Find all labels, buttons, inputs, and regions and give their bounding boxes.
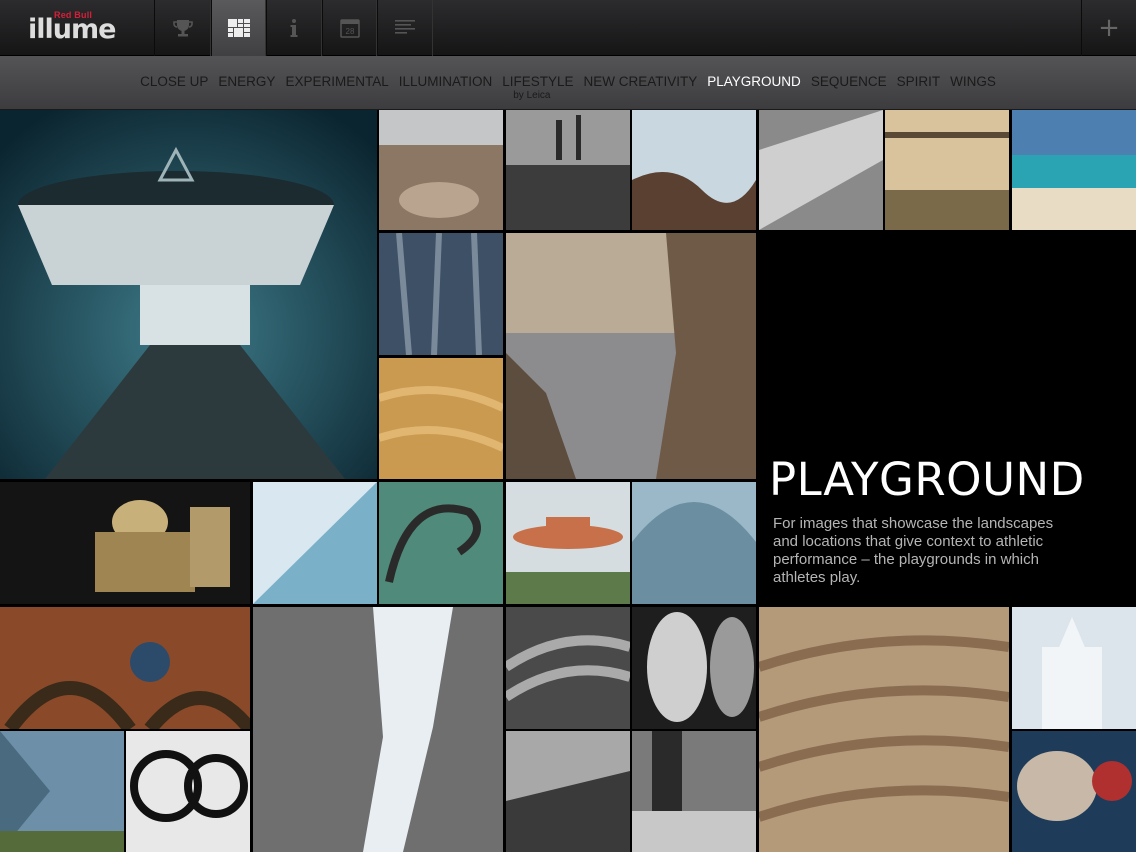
category-label: EXPERIMENTAL [285,74,389,89]
photo-sand-ridges[interactable] [759,607,1009,852]
red-bull-illume-logo[interactable]: Red Bull illume [28,10,124,44]
category-lifestyle[interactable]: LIFESTYLE by Leica [502,74,574,101]
photo-bmx-sculpture[interactable] [379,482,503,604]
category-label: SEQUENCE [810,74,887,89]
photo-snow-skier[interactable] [253,482,377,604]
category-list: CLOSE UP ENERGY EXPERIMENTAL ILLUMINATION LI… [0,74,1136,101]
photo-climber-cave[interactable] [0,731,124,852]
category-label: LIFESTYLE [502,74,574,89]
list-tab-button[interactable] [377,0,433,56]
photo-canyon-hiker[interactable] [506,731,630,852]
photo-night-city-cathedral[interactable] [0,482,250,604]
grid-icon [227,19,250,37]
grid-tab-button[interactable] [211,0,266,63]
photo-skateboarder-bw[interactable] [632,731,756,852]
calendar-tab-button[interactable]: 28 [322,0,377,56]
photo-bmx-loops[interactable] [126,731,250,852]
photo-climber-rockface[interactable] [379,233,503,355]
add-button[interactable]: + [1081,0,1136,56]
category-playground[interactable]: PLAYGROUND [707,74,801,89]
category-new-creativity[interactable]: NEW CREATIVITY [584,74,698,89]
photo-ice-climber[interactable] [253,607,503,852]
photo-rock-desert[interactable] [379,110,503,230]
trophy-icon [172,20,193,37]
photo-surf-factory[interactable] [506,110,630,230]
category-bar: CLOSE UP ENERGY EXPERIMENTAL ILLUMINATION LI… [0,56,1136,110]
category-sequence[interactable]: SEQUENCE [811,74,887,89]
photo-radar-dish-snowboarder[interactable] [0,110,377,479]
list-icon [395,20,415,34]
photo-ice-castle[interactable] [1012,607,1136,729]
photo-train-bridge[interactable] [885,110,1009,230]
photo-surf-beach[interactable] [1012,110,1136,230]
photo-cliff-clouds-jump[interactable] [506,233,756,479]
photo-bmx-tunnel[interactable] [632,607,756,729]
category-label: PLAYGROUND [707,74,801,89]
category-wings[interactable]: WINGS [950,74,996,89]
top-toolbar: Red Bull illume 28 + [0,0,1136,63]
photo-bmx-hills[interactable] [632,110,756,230]
photo-hat-pavilion[interactable] [506,482,630,604]
category-info-panel: PLAYGROUND For images that showcase the … [759,233,1136,604]
category-label: NEW CREATIVITY [583,74,698,89]
calendar-icon: 28 [339,19,360,38]
photo-dragon-funnel[interactable] [1012,731,1136,852]
category-energy[interactable]: ENERGY [218,74,275,89]
category-label: SPIRIT [896,74,941,89]
category-illumination[interactable]: ILLUMINATION [399,74,493,89]
photo-brick-bridge-wheel[interactable] [0,607,250,729]
category-label: WINGS [950,74,996,89]
category-close-up[interactable]: CLOSE UP [140,74,208,89]
plus-icon: + [1098,13,1120,43]
category-title: PLAYGROUND [769,453,1085,506]
info-icon [290,19,298,37]
category-label: ILLUMINATION [398,74,493,89]
category-sublabel: by Leica [513,90,551,101]
category-experimental[interactable]: EXPERIMENTAL [285,74,388,89]
category-spirit[interactable]: SPIRIT [897,74,941,89]
photo-concrete-arch[interactable] [632,482,756,604]
photo-ski-slope[interactable] [759,110,883,230]
info-tab-button[interactable] [266,0,322,56]
logo-name: illume [28,14,116,45]
category-description: For images that showcase the landscapes … [773,515,1054,586]
category-label: CLOSE UP [140,74,209,89]
photo-sand-dunes[interactable] [379,358,503,479]
photo-skater-pipe[interactable] [506,607,630,729]
awards-tab-button[interactable] [154,0,211,56]
category-label: ENERGY [218,74,276,89]
calendar-day: 28 [345,27,354,36]
